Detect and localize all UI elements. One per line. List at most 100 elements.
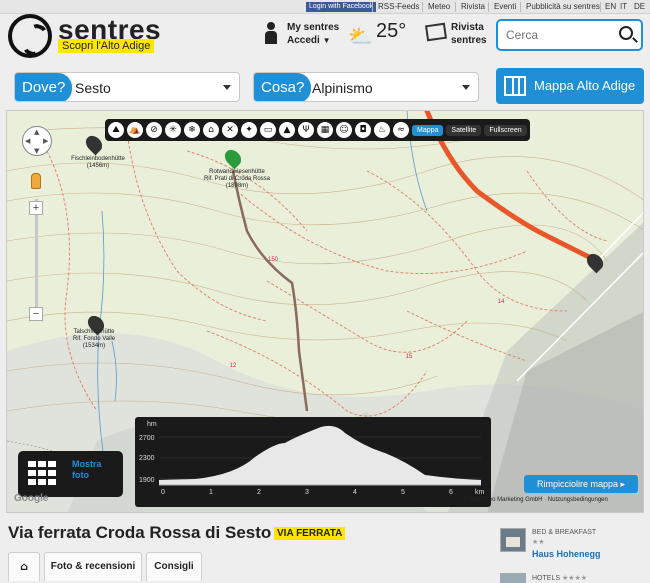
snow-icon[interactable]: ❄ — [184, 122, 200, 138]
profile-x-tick: 3 — [305, 489, 309, 496]
contour-label: 15 — [405, 354, 413, 360]
photo-grid-icon — [28, 461, 64, 485]
star-rating: ★★ — [532, 539, 545, 546]
temperature[interactable]: 25° — [376, 20, 406, 43]
separator — [422, 2, 423, 12]
ski-icon[interactable]: ✳ — [165, 122, 181, 138]
bag-icon[interactable]: ◘ — [355, 122, 371, 138]
separator — [372, 2, 373, 12]
magazine-link[interactable]: Rivista sentres — [451, 22, 487, 46]
lang-it-link[interactable]: IT — [620, 2, 627, 11]
search-icon[interactable] — [619, 26, 633, 40]
hut-label: Fischleinbodenhütte (1456m) — [71, 156, 125, 169]
search-input[interactable] — [506, 28, 616, 42]
tab-photos-reviews[interactable]: Foto & recensioni — [44, 552, 142, 581]
where-filter[interactable]: Dove? Sesto — [14, 72, 240, 102]
map-button-label: Mappa Alto Adige — [534, 78, 636, 93]
rss-feeds-link[interactable]: RSS-Feeds — [378, 2, 419, 11]
tab-home[interactable]: ⌂ — [8, 552, 40, 581]
satellite-view-button[interactable]: Satellite — [446, 124, 482, 136]
eventi-link[interactable]: Eventi — [494, 2, 516, 11]
arrow-right-icon: ▸ — [620, 479, 626, 489]
my-sentres-menu[interactable]: My sentres Accedi ▼ — [287, 22, 339, 46]
pan-control[interactable]: ▲ ▼ ◀ ▶ — [22, 126, 52, 156]
climbing-icon[interactable]: ⛺ — [127, 122, 143, 138]
street-view-pegman-icon[interactable] — [31, 173, 41, 189]
fullscreen-button[interactable]: Fullscreen — [484, 124, 527, 136]
profile-unit-x: km — [475, 489, 485, 496]
map-view-button[interactable]: Mappa — [412, 124, 444, 136]
caret-down-icon — [462, 85, 470, 90]
sentres-logo-icon[interactable] — [8, 14, 52, 58]
pan-right-icon[interactable]: ▶ — [43, 137, 48, 145]
zoom-in-button[interactable]: + — [29, 201, 43, 215]
what-value: Alpinismo — [312, 80, 373, 96]
profile-x-tick: 2 — [257, 489, 261, 496]
hiking-icon[interactable]: ⛰ — [108, 122, 124, 138]
spa-icon[interactable]: ♨ — [374, 122, 390, 138]
accommodation-type: BED & BREAKFAST — [532, 529, 597, 536]
user-icon[interactable] — [264, 22, 278, 44]
elevation-profile-chart — [159, 425, 481, 486]
profile-x-tick: 0 — [161, 489, 165, 496]
bed-icon[interactable]: ▭ — [260, 122, 276, 138]
brand-tagline: Scopri l'Alto Adige — [58, 39, 155, 53]
swim-icon[interactable]: ≈ — [393, 122, 409, 138]
category-badge: VIA FERRATA — [274, 527, 346, 540]
magazine-line1: Rivista — [451, 22, 484, 33]
hut-label: Rotwandwiesenhütte Rif. Prati di Croda Ro… — [203, 169, 271, 189]
magazine-icon[interactable] — [424, 22, 448, 42]
caret-down-icon — [223, 85, 231, 90]
bike-icon[interactable]: ⊘ — [146, 122, 162, 138]
separator — [600, 2, 601, 12]
google-logo[interactable]: Google — [14, 493, 48, 504]
pan-up-icon[interactable]: ▲ — [34, 128, 39, 136]
profile-x-tick: 1 — [209, 489, 213, 496]
food-icon[interactable]: ✦ — [241, 122, 257, 138]
contour-label: 150 — [267, 257, 278, 263]
tool-icon[interactable]: ✕ — [222, 122, 238, 138]
accommodation-name-link[interactable]: Haus Hohenegg — [532, 549, 601, 559]
facebook-login-button[interactable]: Login with Facebook — [306, 2, 377, 12]
rivista-link[interactable]: Rivista — [461, 2, 485, 11]
separator — [520, 2, 521, 12]
profile-unit-y: hm — [147, 421, 157, 428]
profile-y-tick: 1900 — [139, 477, 155, 484]
south-tyrol-map-button[interactable]: Mappa Alto Adige — [496, 68, 644, 104]
login-link[interactable]: Accedi ▼ — [287, 35, 339, 46]
page-title: Via ferrata Croda Rossa di Sesto — [8, 523, 272, 542]
hut-icon[interactable]: ⌂ — [203, 122, 219, 138]
map-view[interactable]: ⛰ ⛺ ⊘ ✳ ❄ ⌂ ✕ ✦ ▭ ▲ Ψ ▦ ☺ ◘ ♨ ≈ Mappa Sa… — [6, 110, 644, 513]
zoom-out-button[interactable]: − — [29, 307, 43, 321]
show-photos-label: Mostra foto — [72, 459, 102, 480]
zoom-slider[interactable] — [35, 199, 38, 309]
elevation-profile[interactable]: hm 2700 2300 1900 0 1 2 3 4 5 6 km — [135, 417, 491, 507]
shrink-map-button[interactable]: Rimpicciolire mappa ▸ — [524, 475, 638, 493]
top-utility-bar: Login with Facebook RSS-Feeds Meteo Rivi… — [0, 0, 650, 14]
pan-left-icon[interactable]: ◀ — [25, 137, 30, 145]
advertising-link[interactable]: Pubblicità su sentres — [526, 2, 600, 11]
calendar-icon[interactable]: ▦ — [317, 122, 333, 138]
home-icon: ⌂ — [20, 560, 28, 573]
tab-tips[interactable]: Consigli — [146, 552, 202, 581]
meteo-link[interactable]: Meteo — [428, 2, 450, 11]
family-icon[interactable]: ☺ — [336, 122, 352, 138]
pan-down-icon[interactable]: ▼ — [34, 147, 39, 155]
separator — [455, 2, 456, 12]
search-box[interactable] — [496, 19, 643, 51]
fork-icon[interactable]: Ψ — [298, 122, 314, 138]
map-copyright: © 2010 Geo Marketing GmbH · Nutzungsbedi… — [463, 497, 608, 503]
terms-link[interactable]: Nutzungsbedingungen — [548, 497, 608, 503]
magazine-line2: sentres — [451, 35, 487, 46]
what-filter[interactable]: Cosa? Alpinismo — [253, 72, 479, 102]
accommodation-thumbnail[interactable] — [500, 573, 526, 583]
camping-icon[interactable]: ▲ — [279, 122, 295, 138]
map-icon — [504, 76, 526, 96]
lang-en-link[interactable]: EN — [605, 2, 616, 11]
hut-label: Talschlusshütte Rif. Fondo Valle (1534m) — [72, 329, 116, 349]
lang-de-link[interactable]: DE — [634, 2, 645, 11]
separator — [488, 2, 489, 12]
accommodation-thumbnail[interactable] — [500, 528, 526, 552]
show-photos-button[interactable]: Mostra foto — [18, 451, 123, 497]
map-toolbar: ⛰ ⛺ ⊘ ✳ ❄ ⌂ ✕ ✦ ▭ ▲ Ψ ▦ ☺ ◘ ♨ ≈ Mappa Sa… — [105, 119, 530, 141]
